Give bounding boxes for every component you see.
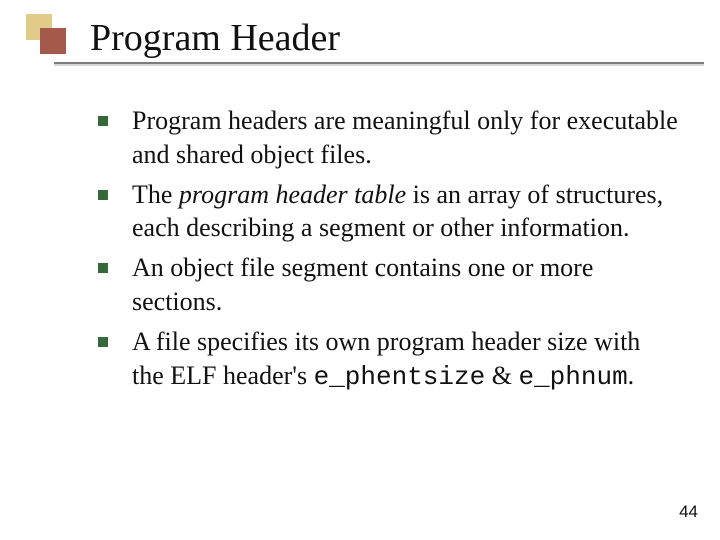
divider-bottom [54,64,704,66]
code-token: e_phentsize [314,362,486,392]
text-run: . [628,361,635,390]
bullet-text: The program header table is an array of … [132,178,678,246]
list-item: Program headers are meaningful only for … [98,104,678,172]
slide-title: Program Header [90,16,340,60]
slide: Program Header Program headers are meani… [0,0,720,540]
bullet-text: Program headers are meaningful only for … [132,104,678,172]
code-token: e_phnum [518,362,627,392]
body-text: Program headers are meaningful only for … [98,104,678,400]
bullet-square-icon [98,337,108,347]
bullet-square-icon [98,263,108,273]
list-item: An object file segment contains one or m… [98,251,678,319]
bullet-text: A file specifies its own program header … [132,325,678,395]
text-run: & [485,361,518,390]
text-run: The [132,180,179,209]
corner-decoration [26,14,70,58]
list-item: The program header table is an array of … [98,178,678,246]
corner-square-brown [40,28,66,54]
list-item: A file specifies its own program header … [98,325,678,395]
emphasized-term: program header table [179,180,406,209]
page-number: 44 [679,502,698,522]
bullet-square-icon [98,190,108,200]
bullet-text: An object file segment contains one or m… [132,251,678,319]
bullet-square-icon [98,116,108,126]
